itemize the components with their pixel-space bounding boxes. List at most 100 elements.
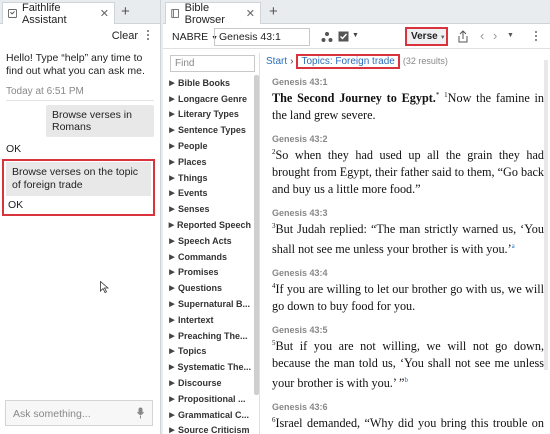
expand-arrow-icon[interactable]: ▶ bbox=[168, 79, 176, 87]
chat-log: Hello! Type “help” any time to find out … bbox=[2, 52, 155, 216]
expand-arrow-icon[interactable]: ▶ bbox=[168, 363, 175, 371]
facet-item[interactable]: ▶ Propositional ... bbox=[168, 391, 251, 407]
verse-reference[interactable]: Genesis 43:3 bbox=[272, 208, 544, 218]
facet-item[interactable]: ▶ Things bbox=[168, 170, 251, 186]
facet-item[interactable]: ▶ Intertext bbox=[168, 312, 251, 328]
expand-arrow-icon[interactable]: ▶ bbox=[168, 300, 176, 308]
chevron-down-icon[interactable]: ▼ bbox=[507, 32, 514, 39]
facet-item[interactable]: ▶ Events bbox=[168, 186, 251, 202]
version-dropdown[interactable]: NABRE ▼ bbox=[172, 31, 218, 43]
ask-input[interactable]: Ask something... bbox=[5, 400, 153, 426]
facet-item-label: Questions bbox=[178, 283, 223, 294]
facet-item[interactable]: ▶ Systematic The... bbox=[168, 359, 251, 375]
expand-arrow-icon[interactable]: ▶ bbox=[168, 110, 176, 118]
facet-item[interactable]: ▶ Supernatural B... bbox=[168, 296, 251, 312]
expand-arrow-icon[interactable]: ▶ bbox=[168, 205, 176, 213]
verse-reference[interactable]: Genesis 43:1 bbox=[272, 77, 544, 87]
close-tab-icon[interactable]: ✕ bbox=[246, 7, 255, 20]
facet-item[interactable]: ▶ Preaching The... bbox=[168, 328, 251, 344]
facet-item[interactable]: ▶ Sentence Types bbox=[168, 122, 251, 138]
chevron-down-icon[interactable]: ▼ bbox=[352, 32, 359, 39]
more-options-icon[interactable] bbox=[532, 31, 540, 43]
verse-reference[interactable]: Genesis 43:5 bbox=[272, 325, 544, 335]
close-tab-icon[interactable]: ✕ bbox=[100, 7, 109, 20]
back-arrow-icon[interactable]: ‹ bbox=[480, 28, 484, 43]
expand-arrow-icon[interactable]: ▶ bbox=[168, 395, 176, 403]
expand-arrow-icon[interactable]: ▶ bbox=[168, 268, 176, 276]
verse-text: 2So when they had used up all the grain … bbox=[272, 144, 544, 198]
facet-item[interactable]: ▶ Speech Acts bbox=[168, 233, 251, 249]
checkbox-icon[interactable] bbox=[338, 31, 349, 42]
expand-arrow-icon[interactable]: ▶ bbox=[168, 379, 176, 387]
facet-item[interactable]: ▶ Reported Speech bbox=[168, 217, 251, 233]
facet-item[interactable]: ▶ Places bbox=[168, 154, 251, 170]
expand-arrow-icon[interactable]: ▶ bbox=[168, 253, 176, 261]
verse-reference[interactable]: Genesis 43:4 bbox=[272, 268, 544, 278]
facet-item[interactable]: ▶ Bible Books bbox=[168, 75, 251, 91]
section-heading: The Second Journey to Egypt. bbox=[272, 91, 436, 106]
footnote-marker[interactable]: b bbox=[404, 376, 408, 384]
facet-item[interactable]: ▶ Longacre Genre bbox=[168, 91, 251, 107]
expand-arrow-icon[interactable]: ▶ bbox=[168, 126, 176, 134]
facet-item[interactable]: ▶ Commands bbox=[168, 249, 251, 265]
bible-browser-tabbar: Bible Browser ✕ + bbox=[163, 0, 550, 26]
verse-text: 4If you are willing to let our brother g… bbox=[272, 278, 544, 315]
share-network-icon[interactable] bbox=[321, 31, 333, 43]
tab-label: Faithlife Assistant bbox=[21, 1, 67, 26]
footnote-marker[interactable]: * bbox=[436, 91, 440, 99]
share-icon[interactable] bbox=[457, 30, 469, 43]
tab-faithlife-assistant[interactable]: Faithlife Assistant ✕ bbox=[2, 1, 115, 26]
breadcrumb: Start › Topics: Foreign trade (32 result… bbox=[266, 53, 544, 69]
facet-item-label: Intertext bbox=[178, 314, 214, 325]
breadcrumb-start-link[interactable]: Start bbox=[266, 56, 287, 67]
verse-body: If you are willing to let our brother go… bbox=[272, 282, 544, 314]
facet-item-label: Commands bbox=[178, 251, 228, 262]
footnote-marker[interactable]: a bbox=[512, 242, 515, 250]
facet-item[interactable]: ▶ Topics bbox=[168, 344, 251, 360]
facet-item-label: Literary Types bbox=[178, 109, 239, 120]
add-tab-icon[interactable]: + bbox=[121, 3, 130, 20]
verse-results: Start › Topics: Foreign trade (32 result… bbox=[266, 53, 544, 434]
verse-body: But Judah replied: “The man strictly war… bbox=[272, 222, 544, 257]
clear-button[interactable]: Clear bbox=[112, 30, 138, 42]
results-scrollbar[interactable] bbox=[544, 60, 548, 370]
verse-body: But if you are not willing, we will not … bbox=[272, 339, 544, 391]
expand-arrow-icon[interactable]: ▶ bbox=[168, 316, 176, 324]
expand-arrow-icon[interactable]: ▶ bbox=[168, 284, 176, 292]
expand-arrow-icon[interactable]: ▶ bbox=[168, 411, 176, 419]
facet-item[interactable]: ▶ Questions bbox=[168, 280, 251, 296]
nav-scrollbar[interactable] bbox=[254, 75, 259, 395]
expand-arrow-icon[interactable]: ▶ bbox=[168, 426, 176, 434]
expand-arrow-icon[interactable]: ▶ bbox=[168, 221, 175, 229]
facet-item[interactable]: ▶ Literary Types bbox=[168, 107, 251, 123]
expand-arrow-icon[interactable]: ▶ bbox=[168, 237, 176, 245]
verse-text: The Second Journey to Egypt.* 1Now the f… bbox=[272, 87, 544, 124]
verse-text: 3But Judah replied: “The man strictly wa… bbox=[272, 218, 544, 258]
expand-arrow-icon[interactable]: ▶ bbox=[168, 189, 176, 197]
facet-item[interactable]: ▶ Senses bbox=[168, 201, 251, 217]
facet-item[interactable]: ▶ Promises bbox=[168, 265, 251, 281]
expand-arrow-icon[interactable]: ▶ bbox=[168, 347, 176, 355]
expand-arrow-icon[interactable]: ▶ bbox=[168, 95, 176, 103]
facet-navigation: Find ▶ Bible Books ▶ Longacre Genre ▶ Literar… bbox=[168, 53, 260, 434]
expand-arrow-icon[interactable]: ▶ bbox=[168, 332, 176, 340]
facet-item-label: Events bbox=[178, 188, 208, 199]
reference-input[interactable]: Genesis 43:1 bbox=[214, 28, 310, 46]
forward-arrow-icon[interactable]: › bbox=[493, 28, 497, 43]
facet-item[interactable]: ▶ Source Criticism bbox=[168, 423, 251, 434]
microphone-icon[interactable] bbox=[137, 407, 144, 419]
find-input[interactable]: Find bbox=[170, 55, 255, 72]
expand-arrow-icon[interactable]: ▶ bbox=[168, 158, 176, 166]
breadcrumb-current-topic[interactable]: Topics: Foreign trade bbox=[296, 53, 400, 69]
facet-item[interactable]: ▶ People bbox=[168, 138, 251, 154]
expand-arrow-icon[interactable]: ▶ bbox=[168, 174, 176, 182]
more-options-icon[interactable] bbox=[144, 30, 152, 42]
verse-reference[interactable]: Genesis 43:2 bbox=[272, 134, 544, 144]
expand-arrow-icon[interactable]: ▶ bbox=[168, 142, 176, 150]
add-tab-icon[interactable]: + bbox=[269, 3, 278, 20]
tab-bible-browser[interactable]: Bible Browser ✕ bbox=[165, 2, 261, 26]
verse-button[interactable]: Verse ▼ bbox=[405, 27, 448, 46]
facet-item[interactable]: ▶ Grammatical C... bbox=[168, 407, 251, 423]
facet-item[interactable]: ▶ Discourse bbox=[168, 375, 251, 391]
verse-reference[interactable]: Genesis 43:6 bbox=[272, 402, 544, 412]
